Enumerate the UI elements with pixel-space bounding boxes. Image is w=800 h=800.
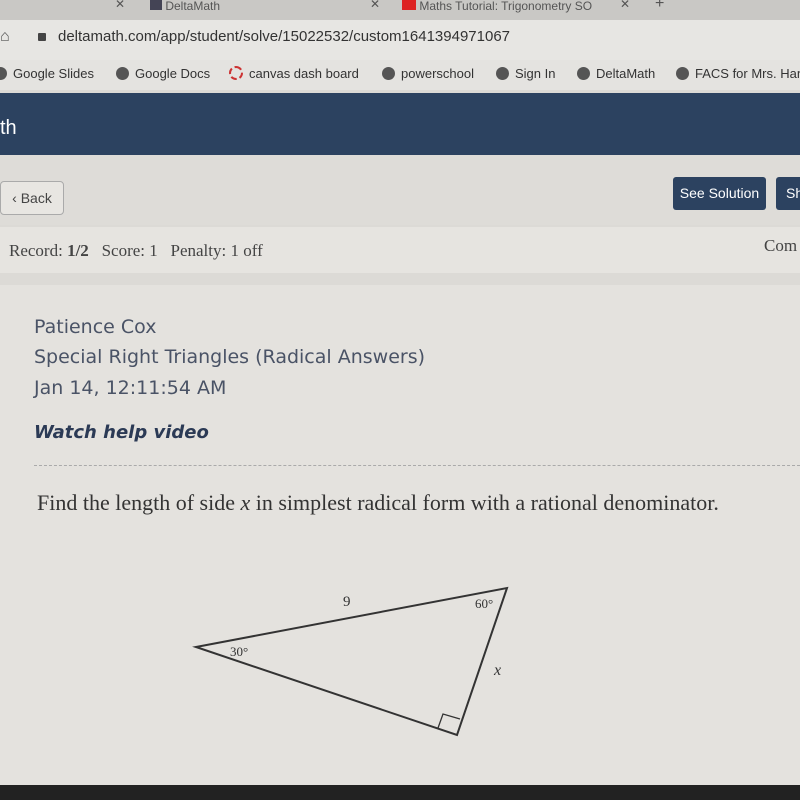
- triangle-figure: 9 60° 30° x: [192, 586, 509, 737]
- screen-bezel: [0, 785, 800, 800]
- triangle: [192, 586, 509, 737]
- side-x-label: x: [493, 662, 501, 679]
- angle-30-label: 30°: [230, 644, 248, 659]
- angle-60-label: 60°: [475, 596, 493, 611]
- hypotenuse-label: 9: [343, 594, 351, 610]
- right-angle-marker: [437, 713, 461, 729]
